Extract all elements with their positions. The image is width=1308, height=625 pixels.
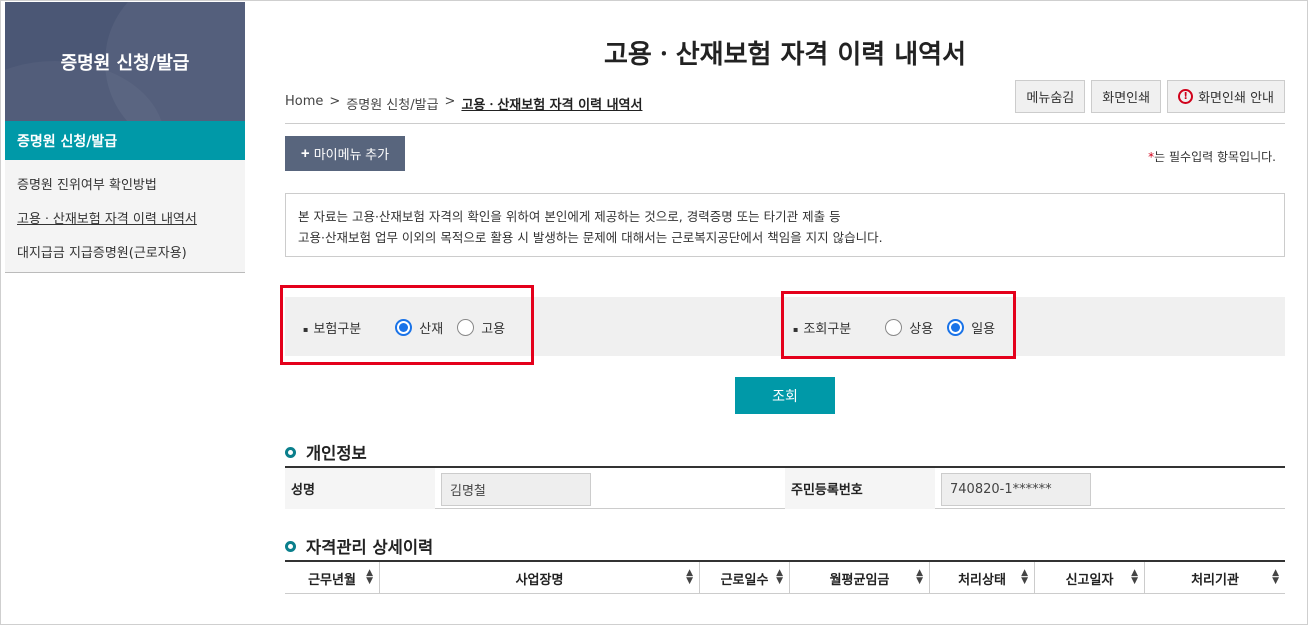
sidebar-item-payment-certificate[interactable]: 대지급금 지급증명원(근로자용)	[5, 234, 245, 268]
required-note-text: 는 필수입력 항목입니다.	[1154, 150, 1276, 164]
notice-line: 본 자료는 고용·산재보험 자격의 확인을 위하여 본인에게 제공하는 것으로,…	[298, 209, 841, 224]
radio-label[interactable]: 산재	[419, 318, 443, 337]
radio-button[interactable]	[885, 319, 903, 336]
radio-option-goyong[interactable]: 고용	[457, 318, 505, 337]
breadcrumb-home[interactable]: Home	[285, 94, 323, 113]
sidebar-item-authenticity[interactable]: 증명원 진위여부 확인방법	[5, 166, 245, 200]
sort-icon[interactable]: ▲ ▼	[1131, 569, 1138, 586]
column-header-work-days[interactable]: 근로일수 ▲ ▼	[700, 562, 790, 594]
alert-icon: !	[1178, 89, 1194, 104]
radio-label[interactable]: 일용	[971, 318, 995, 337]
sidebar-header: 증명원 신청/발급	[5, 2, 245, 121]
required-note: *는 필수입력 항목입니다.	[1148, 148, 1276, 165]
sort-icon[interactable]: ▲ ▼	[366, 569, 373, 586]
notice-box: 본 자료는 고용·산재보험 자격의 확인을 위하여 본인에게 제공하는 것으로,…	[285, 193, 1285, 257]
column-header-report-date[interactable]: 신고일자 ▲ ▼	[1035, 562, 1145, 594]
history-title: 자격관리 상세이력	[306, 538, 434, 557]
history-table-header: 근무년월 ▲ ▼ 사업장명 ▲ ▼ 근로일수 ▲ ▼ 월평균임금 ▲ ▼ 처리상태 ▲ ▼…	[285, 560, 1285, 594]
sort-icon[interactable]: ▲ ▼	[686, 569, 693, 586]
rrn-value: 740820-1******	[941, 473, 1091, 506]
sidebar-submenu: 증명원 진위여부 확인방법 고용ㆍ산재보험 자격 이력 내역서 대지급금 지급증…	[5, 160, 245, 273]
column-label: 신고일자	[1065, 572, 1114, 588]
sort-icon[interactable]: ▲ ▼	[1021, 569, 1028, 586]
add-my-menu-label: 마이메뉴 추가	[313, 147, 390, 162]
lookup-type-label: 조회구분	[793, 318, 851, 337]
column-header-status[interactable]: 처리상태 ▲ ▼	[930, 562, 1035, 594]
breadcrumb-separator: >	[329, 94, 341, 109]
column-label: 근로일수	[720, 572, 769, 588]
column-header-agency[interactable]: 처리기관 ▲ ▼	[1145, 562, 1285, 594]
radio-label[interactable]: 고용	[481, 318, 505, 337]
name-value: 김명철	[441, 473, 591, 506]
sidebar-item-qualification-history[interactable]: 고용ㆍ산재보험 자격 이력 내역서	[5, 200, 245, 234]
lookup-type-field: 조회구분 상용 일용	[793, 318, 1009, 337]
personal-info-heading: 개인정보	[285, 440, 367, 464]
radio-button[interactable]	[457, 319, 475, 336]
insurance-type-field: 보험구분 산재 고용	[303, 318, 519, 337]
breadcrumb-separator: >	[444, 94, 456, 109]
sidebar-active-menu[interactable]: 증명원 신청/발급	[5, 121, 245, 160]
column-label: 처리상태	[958, 572, 1006, 588]
rrn-label: 주민등록번호	[785, 468, 935, 509]
breadcrumb-category[interactable]: 증명원 신청/발급	[346, 94, 438, 113]
history-heading: 자격관리 상세이력	[285, 534, 433, 558]
page-title: 고용ㆍ산재보험 자격 이력 내역서	[603, 40, 967, 70]
notice-line: 고용·산재보험 업무 이외의 목적으로 활용 시 발생하는 문제에 대해서는 근…	[298, 230, 883, 245]
add-my-menu-button[interactable]: + 마이메뉴 추가	[285, 136, 405, 171]
plus-icon: +	[300, 145, 310, 162]
search-button[interactable]: 조회	[735, 377, 835, 414]
sort-icon[interactable]: ▲ ▼	[1272, 569, 1279, 586]
print-button[interactable]: 화면인쇄	[1091, 80, 1162, 113]
radio-button-selected[interactable]	[947, 319, 965, 336]
print-guide-label: 화면인쇄 안내	[1198, 91, 1274, 106]
sidebar-title: 증명원 신청/발급	[60, 52, 190, 74]
radio-option-ilyong[interactable]: 일용	[947, 318, 995, 337]
column-header-avg-wage[interactable]: 월평균임금 ▲ ▼	[790, 562, 930, 594]
column-header-work-month[interactable]: 근무년월 ▲ ▼	[285, 562, 380, 594]
radio-option-sanjae[interactable]: 산재	[395, 318, 443, 337]
insurance-type-label: 보험구분	[303, 318, 361, 337]
breadcrumb-current[interactable]: 고용ㆍ산재보험 자격 이력 내역서	[461, 94, 642, 113]
sidebar: 증명원 신청/발급 증명원 신청/발급 증명원 진위여부 확인방법 고용ㆍ산재보…	[5, 2, 245, 273]
circle-bullet-icon	[285, 446, 296, 458]
print-guide-button[interactable]: ! 화면인쇄 안내	[1167, 80, 1285, 113]
breadcrumb: Home > 증명원 신청/발급 > 고용ㆍ산재보험 자격 이력 내역서	[285, 94, 642, 113]
sort-icon[interactable]: ▲ ▼	[776, 569, 783, 586]
radio-button-selected[interactable]	[395, 319, 413, 336]
page-tools: 메뉴숨김 화면인쇄 ! 화면인쇄 안내	[1015, 80, 1285, 113]
column-label: 월평균임금	[829, 572, 890, 588]
column-label: 사업장명	[515, 572, 564, 588]
radio-option-sangyong[interactable]: 상용	[885, 318, 933, 337]
name-label: 성명	[285, 468, 435, 509]
column-label: 처리기관	[1191, 572, 1239, 588]
circle-bullet-icon	[285, 540, 296, 552]
personal-info-title: 개인정보	[306, 444, 367, 463]
hide-menu-button[interactable]: 메뉴숨김	[1015, 80, 1086, 113]
column-label: 근무년월	[308, 572, 356, 588]
column-header-workplace[interactable]: 사업장명 ▲ ▼	[380, 562, 700, 594]
radio-label[interactable]: 상용	[909, 318, 933, 337]
divider	[285, 123, 1285, 124]
personal-info-table: 성명 김명철 주민등록번호 740820-1******	[285, 466, 1285, 509]
sort-icon[interactable]: ▲ ▼	[916, 569, 923, 586]
